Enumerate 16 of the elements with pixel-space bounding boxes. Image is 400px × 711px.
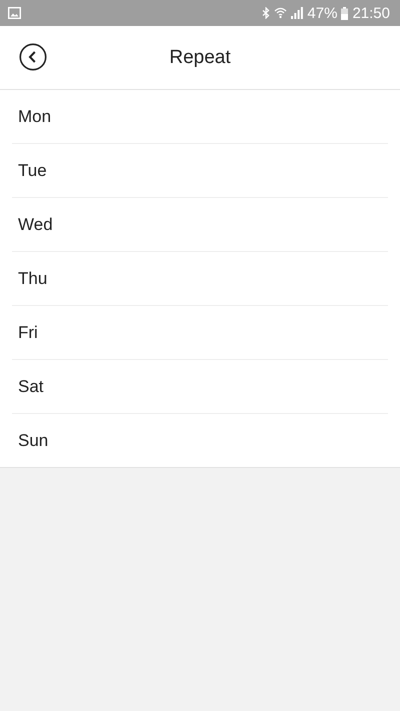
battery-icon xyxy=(341,6,348,20)
day-row[interactable]: Sat xyxy=(12,360,388,414)
battery-percent: 47% xyxy=(307,4,338,22)
image-icon xyxy=(8,7,21,19)
day-row[interactable]: Fri xyxy=(12,306,388,360)
day-row[interactable]: Thu xyxy=(12,252,388,306)
day-row[interactable]: Wed xyxy=(12,198,388,252)
bluetooth-icon xyxy=(262,7,270,19)
day-row[interactable]: Tue xyxy=(12,144,388,198)
day-row[interactable]: Mon xyxy=(12,90,388,144)
header-title: Repeat xyxy=(169,46,231,68)
day-row[interactable]: Sun xyxy=(12,414,388,467)
back-icon[interactable] xyxy=(19,43,47,71)
clock: 21:50 xyxy=(352,4,390,22)
signal-icon xyxy=(291,7,304,19)
wifi-icon xyxy=(274,7,288,19)
